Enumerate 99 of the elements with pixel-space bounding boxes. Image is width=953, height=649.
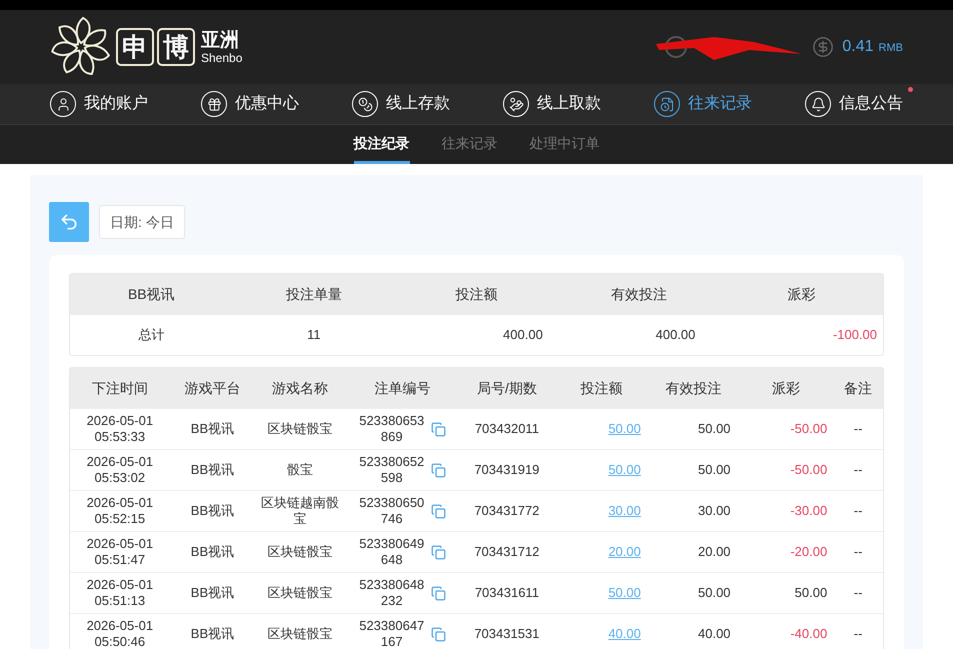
table-cell-text: 2026-05-01 05:50:46 <box>86 618 154 649</box>
nav-tab[interactable]: 线上存款 <box>352 91 450 117</box>
table-cell-text: 2026-05-01 05:53:02 <box>86 454 154 486</box>
table-cell-text: -- <box>852 503 864 519</box>
table-cell-text: -- <box>852 585 864 601</box>
table-cell-text: 400.00 <box>654 326 696 344</box>
table-cell-text: BB视讯 <box>190 503 236 519</box>
table-cell-text: 703431531 <box>473 626 540 642</box>
logo-latin: Shenbo <box>201 52 242 64</box>
column-header: 投注单量 <box>284 285 343 304</box>
table-cell-text: 703431712 <box>473 544 540 560</box>
table-cell-text: 40.00 <box>697 626 732 642</box>
table-cell-text: 区块链骰宝 <box>266 421 334 437</box>
column-header: 有效投注 <box>664 378 723 398</box>
table-cell: 523380653869 <box>358 413 425 445</box>
table-cell-text: -- <box>852 626 864 642</box>
copy-icon[interactable] <box>430 626 446 642</box>
table-cell-text: BB视讯 <box>190 462 236 478</box>
table-cell-text: 50.00 <box>697 462 732 478</box>
flower-logo-icon <box>50 16 112 78</box>
table-cell-text: 区块链骰宝 <box>266 585 334 601</box>
bell-icon <box>805 91 831 117</box>
table-cell-text: 703431772 <box>473 503 540 519</box>
table-cell-text: 2026-05-01 05:53:33 <box>86 413 154 445</box>
table-cell-text: 区块链骰宝 <box>266 626 334 642</box>
table-cell: 523380647167 <box>358 618 425 649</box>
nav-tab[interactable]: 优惠中心 <box>201 91 299 117</box>
table-cell-text: BB视讯 <box>190 626 236 642</box>
sub-tab[interactable]: 处理中订单 <box>530 125 600 164</box>
table-cell-text: 骰宝 <box>286 462 314 478</box>
hand-coin-icon <box>503 91 529 117</box>
table-cell: 523380648232 <box>358 577 425 609</box>
column-header: 注单编号 <box>373 378 432 398</box>
column-header: 投注额 <box>580 378 624 398</box>
nav-tab[interactable]: 线上取款 <box>503 91 601 117</box>
table-cell-text: 2026-05-01 05:52:15 <box>86 495 154 527</box>
column-header: 有效投注 <box>610 285 668 304</box>
dollar-icon <box>812 36 834 58</box>
table-cell-text: -30.00 <box>789 503 828 519</box>
table-cell: 523380649648 <box>358 536 425 568</box>
table-cell-text: 区块链越南骰宝 <box>260 495 340 527</box>
gift-icon <box>201 91 227 117</box>
table-cell-text: 703432011 <box>474 421 540 437</box>
table-cell-text: -50.00 <box>789 421 828 437</box>
table-cell-text: BB视讯 <box>190 585 236 601</box>
coins-icon <box>352 91 378 117</box>
sub-tab[interactable]: 投注纪录 <box>354 125 410 164</box>
column-header: 局号/期数 <box>476 378 538 398</box>
column-header: 派彩 <box>770 378 801 398</box>
column-header: 下注时间 <box>90 378 149 398</box>
column-header: 派彩 <box>786 285 817 304</box>
table-cell-text: 400.00 <box>502 326 544 344</box>
table-cell-text: 703431919 <box>473 462 540 478</box>
receipt-icon <box>654 91 680 117</box>
column-header: 投注额 <box>454 285 498 304</box>
nav-tab[interactable]: 我的账户 <box>50 91 148 117</box>
table-cell-text: -- <box>852 462 864 478</box>
table-cell-text: -100.00 <box>832 326 878 344</box>
nav-tab[interactable]: 信息公告 <box>805 91 903 117</box>
user-icon <box>50 91 76 117</box>
table-cell-text: BB视讯 <box>190 544 236 560</box>
logo-character: 申 <box>116 28 154 66</box>
table-cell-text: 50.00 <box>697 421 732 437</box>
table-cell-text: 2026-05-01 05:51:47 <box>86 536 154 568</box>
column-header: BB视讯 <box>126 285 176 304</box>
table-cell-text: 50.00 <box>794 585 828 601</box>
table-cell: 523380650746 <box>358 495 425 527</box>
table-cell-text: 2026-05-01 05:51:13 <box>86 577 154 609</box>
table-cell-text: 50.00 <box>697 585 732 601</box>
column-header: 游戏平台 <box>183 378 242 398</box>
date-filter[interactable]: 日期: 今日 <box>99 205 185 239</box>
copy-icon[interactable] <box>430 504 446 518</box>
table-cell-text: 总计 <box>137 326 166 344</box>
copy-icon[interactable] <box>430 586 446 600</box>
back-button[interactable] <box>49 202 89 242</box>
table-cell-text: 703431611 <box>474 585 540 601</box>
table-cell-text: -- <box>852 544 864 560</box>
balance-amount: 0.41 <box>842 37 874 57</box>
table-cell-text: -50.00 <box>789 462 828 478</box>
table-cell-text: 11 <box>306 326 322 344</box>
copy-icon[interactable] <box>430 422 446 436</box>
copy-icon[interactable] <box>430 544 446 560</box>
table-cell-text: 20.00 <box>697 544 732 560</box>
currency-label: RMB <box>878 41 903 56</box>
column-header: 游戏名称 <box>271 378 330 398</box>
table-cell-text: 区块链骰宝 <box>266 544 334 560</box>
copy-icon[interactable] <box>430 462 446 478</box>
sub-tab[interactable]: 往来记录 <box>442 125 498 164</box>
table-cell-text: -20.00 <box>789 544 828 560</box>
logo-character: 博 <box>157 28 195 66</box>
column-header: 备注 <box>843 378 874 398</box>
logo-region: 亚洲 <box>201 30 240 50</box>
table-cell: 523380652598 <box>358 454 425 486</box>
undo-icon <box>59 212 79 232</box>
table-cell-text: 30.00 <box>697 503 732 519</box>
table-cell-text: BB视讯 <box>190 421 236 437</box>
table-cell-text: -40.00 <box>789 626 828 642</box>
table-cell-text: -- <box>852 421 864 437</box>
nav-tab[interactable]: 往来记录 <box>654 91 752 117</box>
